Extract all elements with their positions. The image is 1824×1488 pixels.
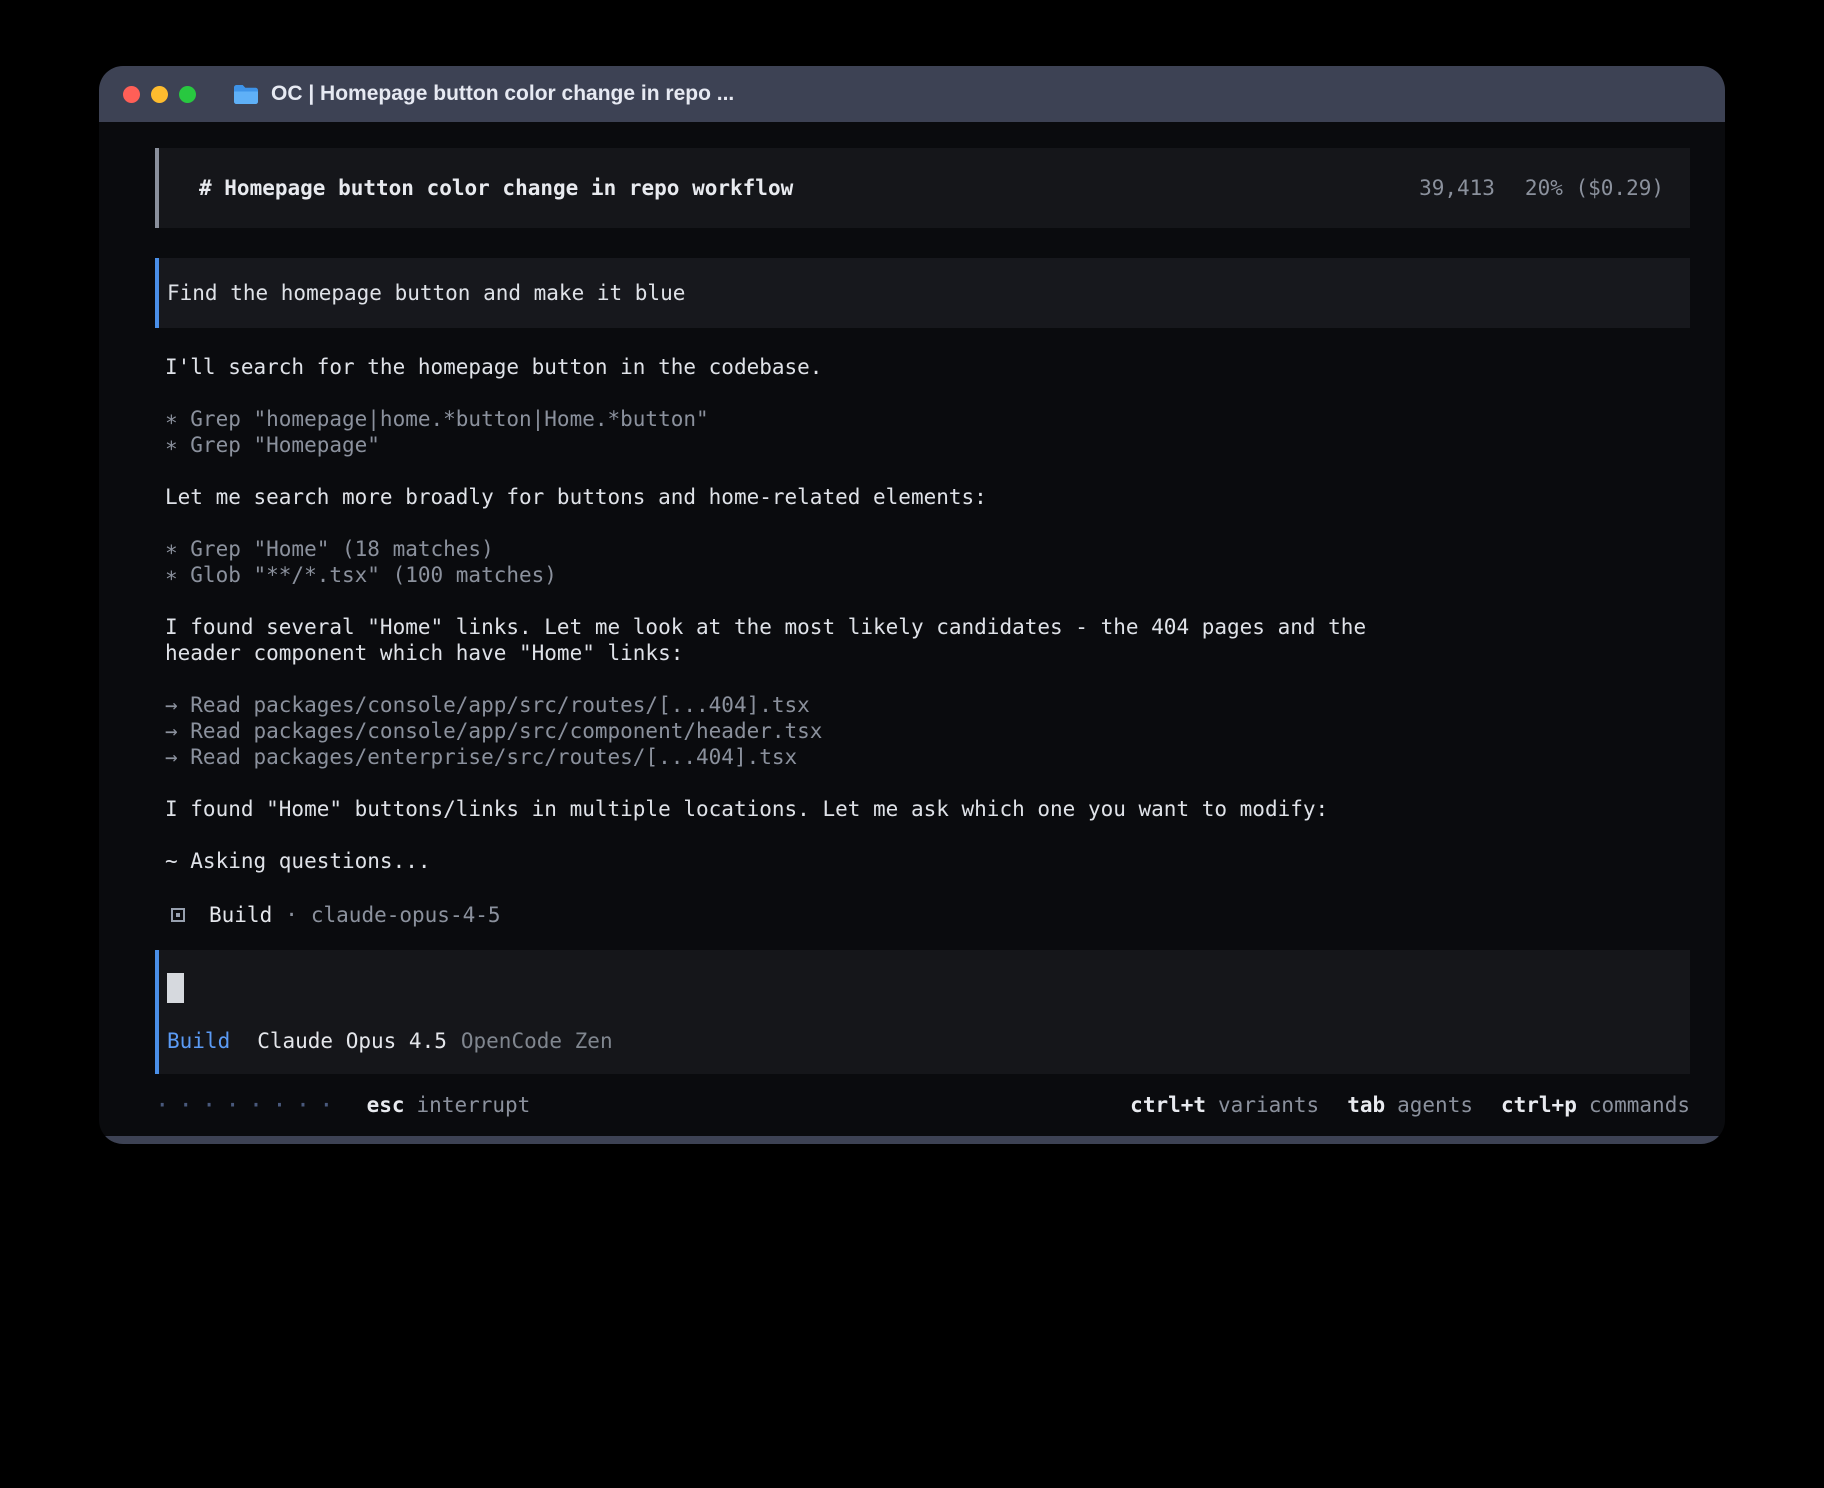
token-count: 39,413 (1419, 176, 1495, 200)
tab-key-label: agents (1397, 1092, 1473, 1118)
user-message: Find the homepage button and make it blu… (155, 258, 1690, 328)
tool-call-glob: ∗ Glob "**/*.tsx" (100 matches) (165, 562, 1425, 588)
ctrl-p-key-hint: ctrl+p (1501, 1092, 1577, 1118)
input-meta: Build Claude Opus 4.5 OpenCode Zen (167, 1028, 1670, 1054)
agent-name: Build (209, 902, 272, 928)
tool-call-group: → Read packages/console/app/src/routes/[… (165, 692, 1425, 770)
close-button[interactable] (123, 86, 140, 103)
title-group: OC | Homepage button color change in rep… (232, 82, 734, 106)
tool-call-grep: ∗ Grep "homepage|home.*button|Home.*butt… (165, 406, 1425, 432)
terminal-content: # Homepage button color change in repo w… (99, 122, 1725, 1136)
input-provider-label: OpenCode Zen (461, 1028, 613, 1054)
esc-key-label: interrupt (417, 1092, 531, 1118)
ctrl-t-key-label: variants (1218, 1092, 1319, 1118)
agent-model: claude-opus-4-5 (311, 902, 501, 928)
session-header: # Homepage button color change in repo w… (155, 148, 1690, 228)
agent-status-line: Build · claude-opus-4-5 (165, 900, 1425, 930)
agent-separator: · (285, 902, 298, 928)
tool-call-read: → Read packages/console/app/src/routes/[… (165, 692, 1425, 718)
status-right: ctrl+t variants tab agents ctrl+p comman… (1102, 1092, 1690, 1118)
traffic-lights (123, 86, 196, 103)
tool-call-grep: ∗ Grep "Home" (18 matches) (165, 536, 1425, 562)
esc-key-hint: esc (367, 1092, 405, 1118)
window-titlebar[interactable]: OC | Homepage button color change in rep… (99, 66, 1725, 122)
input-agent-label: Build (167, 1028, 230, 1054)
status-asking: ~ Asking questions... (165, 848, 1425, 874)
session-title: # Homepage button color change in repo w… (199, 175, 793, 201)
minimize-button[interactable] (151, 86, 168, 103)
terminal-window: OC | Homepage button color change in rep… (99, 66, 1725, 1144)
context-usage: 20% ($0.29) (1525, 176, 1664, 200)
user-message-text: Find the homepage button and make it blu… (167, 280, 685, 306)
status-left: ········ esc interrupt (155, 1092, 530, 1118)
tool-call-grep: ∗ Grep "Homepage" (165, 432, 1425, 458)
tool-call-group: ∗ Grep "Home" (18 matches) ∗ Glob "**/*.… (165, 536, 1425, 588)
hint-variants: ctrl+t variants (1130, 1092, 1319, 1118)
input-model-label: Claude Opus 4.5 (257, 1028, 447, 1054)
ctrl-t-key-hint: ctrl+t (1130, 1092, 1206, 1118)
text-cursor (167, 973, 184, 1003)
zoom-button[interactable] (179, 86, 196, 103)
window-bottom-edge (99, 1136, 1725, 1144)
assistant-text: I'll search for the homepage button in t… (165, 354, 1425, 380)
tab-key-hint: tab (1347, 1092, 1385, 1118)
assistant-text: I found "Home" buttons/links in multiple… (165, 796, 1425, 822)
progress-dots: ········ (155, 1092, 343, 1118)
hint-commands: ctrl+p commands (1501, 1092, 1690, 1118)
tool-call-read: → Read packages/enterprise/src/routes/[.… (165, 744, 1425, 770)
tool-call-group: ∗ Grep "homepage|home.*button|Home.*butt… (165, 406, 1425, 458)
assistant-text: I found several "Home" links. Let me loo… (165, 614, 1425, 666)
prompt-input[interactable]: Build Claude Opus 4.5 OpenCode Zen (155, 950, 1690, 1074)
tool-call-read: → Read packages/console/app/src/componen… (165, 718, 1425, 744)
session-stats: 39,413 20% ($0.29) (1419, 175, 1664, 201)
folder-icon (232, 83, 260, 106)
build-agent-icon (171, 908, 185, 922)
hint-agents: tab agents (1347, 1092, 1473, 1118)
assistant-text: Let me search more broadly for buttons a… (165, 484, 1425, 510)
assistant-response: I'll search for the homepage button in t… (155, 354, 1425, 930)
status-bar: ········ esc interrupt ctrl+t variants t… (155, 1092, 1690, 1118)
window-title: OC | Homepage button color change in rep… (271, 82, 734, 106)
ctrl-p-key-label: commands (1589, 1092, 1690, 1118)
